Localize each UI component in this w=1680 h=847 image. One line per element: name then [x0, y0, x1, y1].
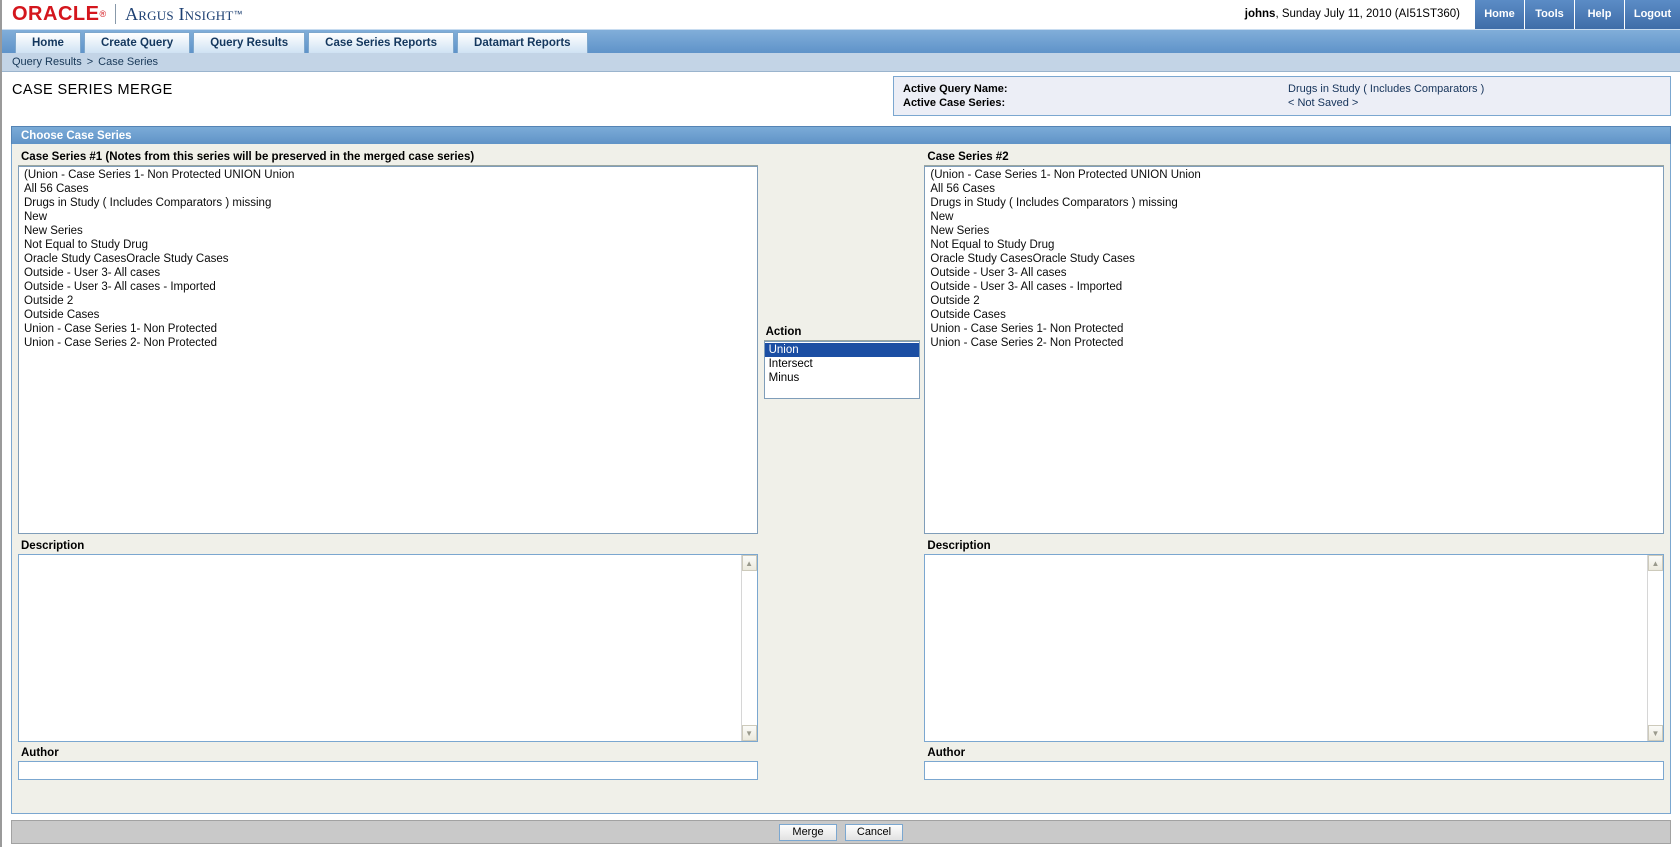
list-item[interactable]: New — [19, 210, 757, 224]
case-series-1-column: Case Series #1 (Notes from this series w… — [18, 150, 758, 780]
active-query-name-label: Active Query Name: — [903, 83, 1008, 95]
scroll-down-icon[interactable]: ▼ — [741, 725, 757, 741]
top-nav-help[interactable]: Help — [1574, 0, 1624, 29]
breadcrumb: Query Results > Case Series — [2, 53, 1680, 72]
case-series-1-author-label: Author — [21, 747, 59, 759]
case-series-1-label: Case Series #1 (Notes from this series w… — [18, 150, 758, 166]
list-item[interactable]: Outside Cases — [925, 308, 1663, 322]
case-series-2-description-input[interactable] — [925, 555, 1647, 741]
session-date: , Sunday July 11, 2010 (AI51ST360) — [1275, 8, 1460, 20]
tab-query-results[interactable]: Query Results — [193, 32, 306, 53]
title-area: CASE SERIES MERGE Active Query Name: Dru… — [2, 72, 1680, 126]
case-series-1-listbox[interactable]: (Union - Case Series 1- Non Protected UN… — [18, 166, 758, 534]
top-nav-tools[interactable]: Tools — [1524, 0, 1574, 29]
case-series-2-description-wrap: ▲ ▼ — [924, 554, 1664, 742]
brand-logo: ORACLE ® Argus Insight ™ — [12, 0, 243, 29]
case-series-1-description-input[interactable] — [19, 555, 741, 741]
list-item[interactable]: New Series — [925, 224, 1663, 238]
case-series-2-description-scrollbar[interactable]: ▲ ▼ — [1647, 555, 1663, 741]
case-series-2-label: Case Series #2 — [924, 150, 1664, 166]
list-item[interactable]: Drugs in Study ( Includes Comparators ) … — [19, 196, 757, 210]
list-item[interactable]: Drugs in Study ( Includes Comparators ) … — [925, 196, 1663, 210]
header-right: johns, Sunday July 11, 2010 (AI51ST360) … — [1245, 0, 1680, 29]
list-item[interactable]: All 56 Cases — [925, 182, 1663, 196]
list-item[interactable]: Oracle Study CasesOracle Study Cases — [19, 252, 757, 266]
footer-action-bar: Merge Cancel — [11, 820, 1671, 844]
top-header: ORACLE ® Argus Insight ™ johns, Sunday Jul… — [2, 0, 1680, 29]
list-item[interactable]: Outside - User 3- All cases - Imported — [19, 280, 757, 294]
list-item[interactable]: Outside - User 3- All cases — [925, 266, 1663, 280]
scroll-down-icon[interactable]: ▼ — [1648, 725, 1663, 741]
action-label: Action — [763, 326, 920, 341]
action-column: Action Union Intersect Minus — [758, 150, 925, 780]
merge-button[interactable]: Merge — [779, 823, 837, 841]
case-series-2-author-input[interactable] — [924, 761, 1664, 780]
list-item[interactable]: Union - Case Series 1- Non Protected — [925, 322, 1663, 336]
top-nav-logout[interactable]: Logout — [1624, 0, 1680, 29]
active-query-name-row: Active Query Name: Drugs in Study ( Incl… — [903, 82, 1670, 96]
active-query-panel: Active Query Name: Drugs in Study ( Incl… — [893, 76, 1671, 116]
trademark-icon: ™ — [233, 9, 243, 19]
case-series-1-description-wrap: ▲ ▼ — [18, 554, 758, 742]
scrollbar-track[interactable] — [741, 571, 757, 725]
case-series-2-listbox[interactable]: (Union - Case Series 1- Non Protected UN… — [924, 166, 1664, 534]
list-item[interactable]: All 56 Cases — [19, 182, 757, 196]
scrollbar-track[interactable] — [1648, 571, 1663, 725]
top-nav-home[interactable]: Home — [1474, 0, 1524, 29]
case-series-1-description-label: Description — [21, 540, 85, 552]
case-series-2-description-label: Description — [927, 540, 991, 552]
username: johns — [1244, 8, 1276, 20]
registered-mark-icon: ® — [99, 9, 107, 19]
tab-case-series-reports[interactable]: Case Series Reports — [308, 32, 455, 53]
tab-create-query[interactable]: Create Query — [83, 32, 191, 53]
list-item[interactable]: Union - Case Series 1- Non Protected — [19, 322, 757, 336]
list-item[interactable]: Outside - User 3- All cases - Imported — [925, 280, 1663, 294]
choose-case-series-panel: Case Series #1 (Notes from this series w… — [11, 144, 1671, 814]
section-header-choose-case-series: Choose Case Series — [11, 126, 1671, 144]
scroll-up-icon[interactable]: ▲ — [741, 555, 757, 571]
list-item[interactable]: (Union - Case Series 1- Non Protected UN… — [925, 168, 1663, 182]
list-item[interactable]: (Union - Case Series 1- Non Protected UN… — [19, 168, 757, 182]
case-series-1-author-input[interactable] — [18, 761, 758, 780]
app-window: ORACLE ® Argus Insight ™ johns, Sunday Jul… — [0, 0, 1680, 847]
list-item[interactable]: Union - Case Series 2- Non Protected — [19, 336, 757, 350]
active-case-series-label: Active Case Series: — [903, 97, 1006, 109]
cancel-button[interactable]: Cancel — [845, 823, 903, 841]
action-option-minus[interactable]: Minus — [765, 371, 919, 385]
list-item[interactable]: Outside 2 — [925, 294, 1663, 308]
list-item[interactable]: New — [925, 210, 1663, 224]
action-option-intersect[interactable]: Intersect — [765, 357, 919, 371]
active-case-series-row: Active Case Series: < Not Saved > — [903, 96, 1670, 110]
case-series-2-column: Case Series #2 (Union - Case Series 1- N… — [924, 150, 1664, 780]
scroll-up-icon[interactable]: ▲ — [1648, 555, 1663, 571]
brand-divider — [115, 4, 117, 24]
list-item[interactable]: Outside - User 3- All cases — [19, 266, 757, 280]
main-tab-bar: Home Create Query Query Results Case Ser… — [2, 29, 1680, 53]
list-item[interactable]: Union - Case Series 2- Non Protected — [925, 336, 1663, 350]
list-item[interactable]: Oracle Study CasesOracle Study Cases — [925, 252, 1663, 266]
top-nav: Home Tools Help Logout — [1474, 0, 1680, 29]
action-selector: Action Union Intersect Minus — [763, 326, 920, 399]
breadcrumb-current: Case Series — [98, 56, 159, 68]
active-query-name-value: Drugs in Study ( Includes Comparators ) — [1288, 83, 1485, 95]
list-item[interactable]: New Series — [19, 224, 757, 238]
case-series-1-description-scrollbar[interactable]: ▲ ▼ — [740, 555, 757, 741]
active-case-series-value: < Not Saved > — [1288, 97, 1359, 109]
breadcrumb-separator: > — [86, 56, 94, 68]
case-series-2-author-label: Author — [927, 747, 966, 759]
action-option-union[interactable]: Union — [764, 343, 919, 357]
columns-container: Case Series #1 (Notes from this series w… — [18, 150, 1664, 780]
action-listbox[interactable]: Union Intersect Minus — [763, 341, 920, 399]
product-name: Argus Insight — [125, 3, 234, 24]
session-info: johns, Sunday July 11, 2010 (AI51ST360) — [1245, 0, 1474, 29]
list-item[interactable]: Outside 2 — [19, 294, 757, 308]
oracle-wordmark: ORACLE — [12, 2, 100, 25]
list-item[interactable]: Not Equal to Study Drug — [19, 238, 757, 252]
tab-datamart-reports[interactable]: Datamart Reports — [457, 32, 588, 53]
list-item[interactable]: Outside Cases — [19, 308, 757, 322]
tab-home[interactable]: Home — [15, 32, 81, 53]
list-item[interactable]: Not Equal to Study Drug — [925, 238, 1663, 252]
breadcrumb-parent[interactable]: Query Results — [12, 56, 82, 68]
